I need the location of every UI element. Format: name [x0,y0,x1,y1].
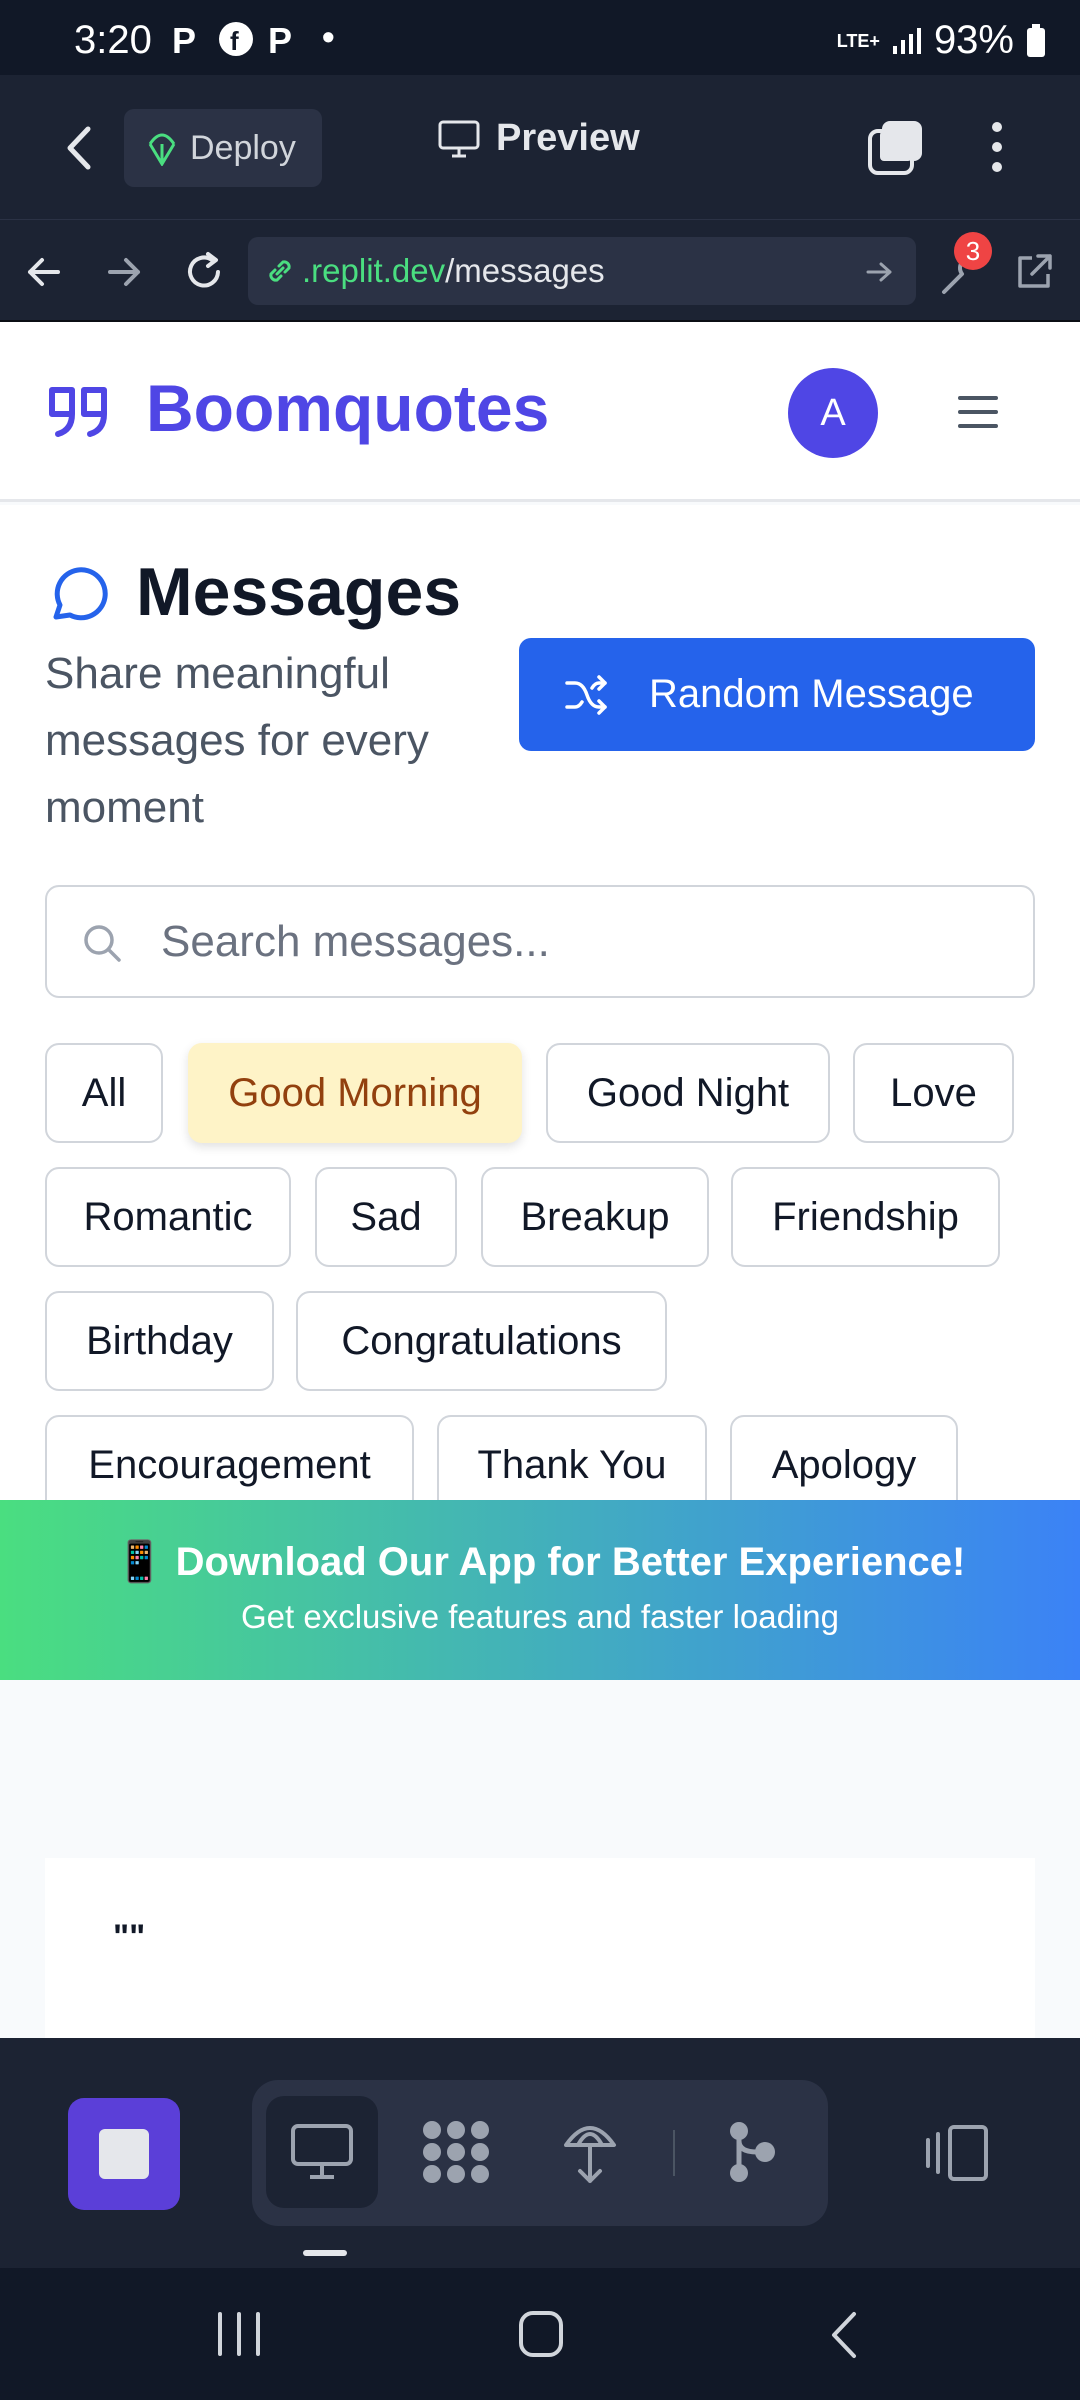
search-input[interactable] [161,905,1001,979]
search-box [45,885,1035,998]
category-chip-all[interactable]: All [45,1043,163,1143]
replit-bottom-nav [0,2038,1080,2268]
url-host: .replit.dev [302,252,446,289]
signal-icon [892,27,921,54]
search-icon [84,925,121,962]
system-back-icon[interactable] [826,2310,862,2360]
category-chip-breakup[interactable]: Breakup [481,1167,709,1267]
status-bar: 3:20 P f P • LTE+ 93% [0,0,1080,75]
messages-page: Messages Share meaningful messages for e… [0,505,1080,1515]
category-chip-romantic[interactable]: Romantic [45,1167,291,1267]
battery-percent: 93% [933,18,1014,62]
back-arrow-icon[interactable] [24,252,64,292]
android-navigation-bar [0,2268,1080,2400]
monitor-icon [291,2124,353,2179]
shuffle-icon [565,674,607,715]
deploy-label: Deploy [190,128,296,167]
app-header: Boomquotes A [0,322,1080,502]
external-link-icon[interactable] [1012,250,1056,294]
page-title: Messages [136,554,462,630]
workspace-tools [252,2080,828,2226]
deploy-button[interactable]: Deploy [124,109,322,187]
category-chip-love[interactable]: Love [853,1043,1014,1143]
message-text: "" [113,1918,146,1956]
message-card[interactable]: "" [45,1858,1035,2038]
refresh-icon[interactable] [182,250,226,294]
go-arrow-icon[interactable] [864,257,894,287]
agent-icon [423,2121,489,2183]
git-tool-button[interactable] [696,2096,808,2208]
banner-subtitle: Get exclusive features and faster loadin… [240,1598,839,1635]
status-time: 3:20 [74,18,152,62]
category-chip-congratulations[interactable]: Congratulations [296,1291,667,1391]
preview-label: Preview [496,117,640,159]
agent-tool-button[interactable] [400,2096,512,2208]
git-icon [730,2122,775,2182]
random-message-label: Random Message [649,672,974,716]
stop-button[interactable] [68,2098,180,2210]
random-message-button[interactable]: Random Message [519,638,1035,751]
user-avatar[interactable]: A [788,368,878,458]
quote-logo-icon[interactable] [48,384,110,440]
layout-toggle-icon[interactable] [924,2124,990,2182]
brand-name[interactable]: Boomquotes [146,370,549,446]
message-circle-icon [53,567,108,621]
forward-arrow-icon[interactable] [104,252,144,292]
tabs-icon[interactable] [866,117,926,177]
notification-p-icon-2: P [268,20,293,61]
hamburger-menu-icon[interactable] [958,394,998,430]
notification-p-icon: P [172,20,197,61]
home-icon[interactable] [518,2310,564,2358]
banner-title: 📱 Download Our App for Better Experience… [114,1540,966,1584]
monitor-icon [438,120,480,157]
active-tab-indicator [303,2250,347,2256]
url-field[interactable]: .replit.dev/messages [248,237,916,305]
nav-divider [673,2130,675,2176]
deploy-icon [148,133,176,166]
page-subtitle: Share meaningful messages for every mome… [45,649,429,832]
url-bar: .replit.dev/messages 3 [0,220,1080,322]
category-chip-good-morning[interactable]: Good Morning [188,1043,522,1143]
category-chip-sad[interactable]: Sad [315,1167,457,1267]
category-chip-friendship[interactable]: Friendship [731,1167,1000,1267]
svg-text:f: f [230,26,239,56]
deploy-icon [564,2126,616,2183]
stop-icon [99,2129,149,2179]
notification-facebook-icon: f [217,20,255,58]
recents-icon[interactable] [216,2312,262,2356]
preview-tab[interactable]: Preview [438,117,640,160]
back-chevron-icon[interactable] [60,123,100,173]
devtools-badge: 3 [954,232,992,270]
battery-icon [1027,23,1045,57]
url-path: /messages [445,252,605,289]
replit-toolbar: Deploy Preview [0,75,1080,220]
category-chip-good-night[interactable]: Good Night [546,1043,830,1143]
category-chip-birthday[interactable]: Birthday [45,1291,274,1391]
preview-tool-button[interactable] [266,2096,378,2208]
link-icon [269,260,291,282]
notification-dot-icon: • [322,16,335,57]
network-type: LTE+ [836,30,880,51]
deploy-tool-button[interactable] [534,2096,646,2208]
download-app-banner[interactable]: 📱 Download Our App for Better Experience… [0,1500,1080,1680]
more-vertical-icon[interactable] [982,117,1012,177]
